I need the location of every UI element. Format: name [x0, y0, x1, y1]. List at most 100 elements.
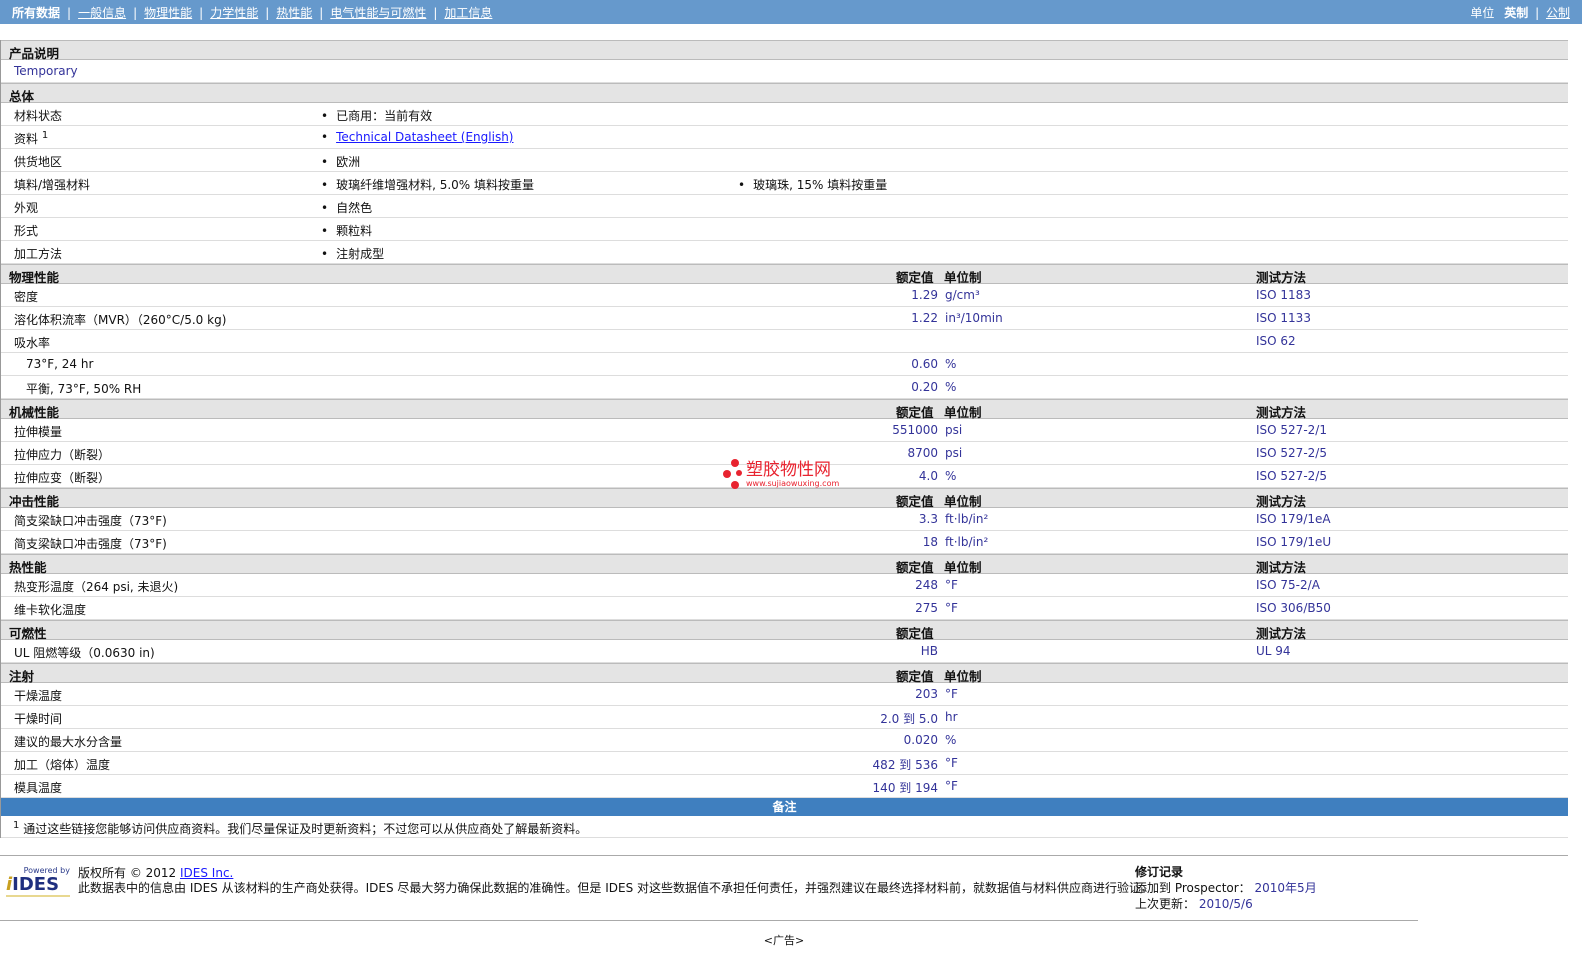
property-row: 建议的最大水分含量 0.020%: [1, 729, 1568, 752]
property-row: 密度 1.29 g/cm³ ISO 1183: [1, 284, 1568, 307]
property-value: 3.3: [918, 512, 938, 526]
nav-tab[interactable]: 力学性能: [210, 6, 258, 20]
property-value: 203: [915, 687, 938, 701]
general-row: 外观 自然色: [1, 195, 1568, 218]
property-unit: g/cm³: [945, 288, 980, 302]
datasheet: 产品说明 Temporary 总体 材料状态 已商用：当前有效资料 1 Techni…: [0, 40, 1568, 838]
test-method: ISO 1183: [1256, 288, 1311, 302]
property-label: 建议的最大水分含量: [14, 735, 123, 749]
property-label: 平衡, 73°F, 50% RH: [26, 382, 142, 396]
nav-tab[interactable]: 所有数据: [12, 6, 60, 20]
property-unit: ft·lb/in²: [945, 512, 989, 526]
property-label: 形式: [14, 224, 39, 238]
property-unit: %: [945, 469, 957, 483]
property-label: 吸水率: [14, 336, 51, 350]
section-header-product: 产品说明: [1, 40, 1568, 61]
property-label: 外观: [14, 201, 39, 215]
property-unit: °F: [945, 779, 958, 793]
nav-tab[interactable]: 物理性能: [144, 6, 192, 20]
property-value: 0.020: [903, 733, 938, 747]
property-value: 玻璃纤维增强材料, 5.0% 填料按重量: [321, 176, 534, 193]
property-label: 材料状态: [14, 109, 63, 123]
test-method: ISO 179/1eA: [1256, 512, 1331, 526]
unit-english[interactable]: 英制: [1504, 6, 1528, 20]
section-header: 热性能 额定值 单位制 测试方法: [1, 554, 1568, 575]
revision-history: 修订记录 添加到 Prospector： 2010年5月 上次更新： 2010/…: [1135, 865, 1317, 911]
property-label: 加工（熔体）温度: [14, 758, 111, 772]
unit-metric[interactable]: 公制: [1546, 6, 1570, 20]
property-row: 维卡软化温度 275 °F ISO 306/B50: [1, 597, 1568, 620]
property-value: 551000: [892, 423, 938, 437]
general-row: 加工方法 注射成型: [1, 241, 1568, 264]
footnote-marker: 1: [13, 820, 20, 831]
copyright: 版权所有 © 2012: [78, 866, 177, 880]
property-unit: ft·lb/in²: [945, 535, 989, 549]
nav-tab[interactable]: 一般信息: [78, 6, 126, 20]
ides-link[interactable]: IDES Inc.: [180, 866, 233, 880]
property-value: 玻璃珠, 15% 填料按重量: [738, 176, 887, 193]
property-value: 8700: [907, 446, 938, 460]
note-row: 1 通过这些链接您能够访问供应商资料。我们尽量保证及时更新资料；不过您可以从供应…: [1, 816, 1568, 838]
property-value: 颗粒料: [321, 222, 372, 239]
property-value: 自然色: [321, 199, 372, 216]
property-label: 模具温度: [14, 781, 63, 795]
test-method: ISO 306/B50: [1256, 601, 1331, 615]
datasheet-link[interactable]: Technical Datasheet (English): [336, 130, 513, 144]
watermark-dots-icon: [723, 459, 742, 489]
property-row: UL 阻燃等级（0.0630 in) HB UL 94: [1, 640, 1568, 663]
property-label: 溶化体积流率（MVR）（260°C/5.0 kg): [14, 313, 227, 327]
property-unit: psi: [945, 423, 963, 437]
property-label: 拉伸模量: [14, 425, 63, 439]
nav-tabs: 所有数据 | 一般信息 | 物理性能 | 力学性能 | 热性能 | 电气性能与可燃性 | 加工信息: [12, 5, 493, 20]
section-header: 冲击性能 额定值 单位制 测试方法: [1, 488, 1568, 509]
property-label: 供货地区: [14, 155, 63, 169]
property-row: 加工（熔体）温度 482 到 536 °F: [1, 752, 1568, 775]
property-label: 拉伸应变（断裂）: [14, 471, 111, 485]
property-row: 简支梁缺口冲击强度（73°F) 3.3 ft·lb/in² ISO 179/1eA: [1, 508, 1568, 531]
top-nav: 所有数据 | 一般信息 | 物理性能 | 力学性能 | 热性能 | 电气性能与可燃性 | 加工信息 单位…: [0, 0, 1582, 24]
section-header: 注射 额定值 单位制: [1, 663, 1568, 684]
section-header: 机械性能 额定值 单位制 测试方法: [1, 399, 1568, 420]
property-label: 密度: [14, 290, 39, 304]
property-unit: hr: [945, 710, 958, 724]
property-row: 热变形温度（264 psi, 未退火) 248 °F ISO 75-2/A: [1, 574, 1568, 597]
property-row: 溶化体积流率（MVR）（260°C/5.0 kg) 1.22 in³/10min IS…: [1, 307, 1568, 330]
footer: Powered by iIDES 版权所有 © 2012 IDES Inc. 此…: [0, 855, 1568, 947]
property-value: 275: [915, 601, 938, 615]
watermark-logo: 塑胶物性网 www.sujiaowuxing.com: [722, 458, 839, 490]
property-value: 140 到 194: [872, 781, 938, 795]
nav-tab[interactable]: 电气性能与可燃性: [330, 6, 426, 20]
section-header-general: 总体: [1, 83, 1568, 104]
property-unit: %: [945, 733, 957, 747]
watermark-url: www.sujiaowuxing.com: [746, 478, 840, 488]
property-unit: %: [945, 380, 957, 394]
general-row: 供货地区 欧洲: [1, 149, 1568, 172]
property-value: 0.60: [911, 357, 938, 371]
ad-placeholder: <广告>: [763, 934, 805, 947]
property-row: 73°F, 24 hr 0.60%: [1, 353, 1568, 376]
nav-tab[interactable]: 加工信息: [444, 6, 492, 20]
property-unit: psi: [945, 446, 963, 460]
test-method: ISO 75-2/A: [1256, 578, 1320, 592]
property-row: 干燥温度 203 °F: [1, 683, 1568, 706]
property-label: 资料 1: [14, 130, 49, 146]
nav-tab[interactable]: 热性能: [276, 6, 312, 20]
general-row: 资料 1 Technical Datasheet (English): [1, 126, 1568, 149]
test-method: ISO 1133: [1256, 311, 1311, 325]
property-label: 填料/增强材料: [14, 178, 91, 192]
property-label: 维卡软化温度: [14, 603, 87, 617]
test-method: ISO 62: [1256, 334, 1296, 348]
property-value: 1.29: [911, 288, 938, 302]
watermark-text: 塑胶物性网: [746, 459, 831, 480]
section-header: 可燃性 额定值 测试方法: [1, 620, 1568, 641]
property-row: 模具温度 140 到 194 °F: [1, 775, 1568, 798]
disclaimer: 此数据表中的信息由 IDES 从该材料的生产商处获得。IDES 尽最大努力确保此…: [78, 881, 1154, 895]
property-value: 注射成型: [321, 245, 384, 262]
property-value: 0.20: [911, 380, 938, 394]
general-row: 形式 颗粒料: [1, 218, 1568, 241]
general-row: 填料/增强材料 玻璃纤维增强材料, 5.0% 填料按重量 玻璃珠, 15% 填料按重…: [1, 172, 1568, 195]
property-value: 1.22: [911, 311, 938, 325]
property-unit: %: [945, 357, 957, 371]
property-label: 干燥温度: [14, 689, 63, 703]
property-label: 简支梁缺口冲击强度（73°F): [14, 537, 167, 551]
